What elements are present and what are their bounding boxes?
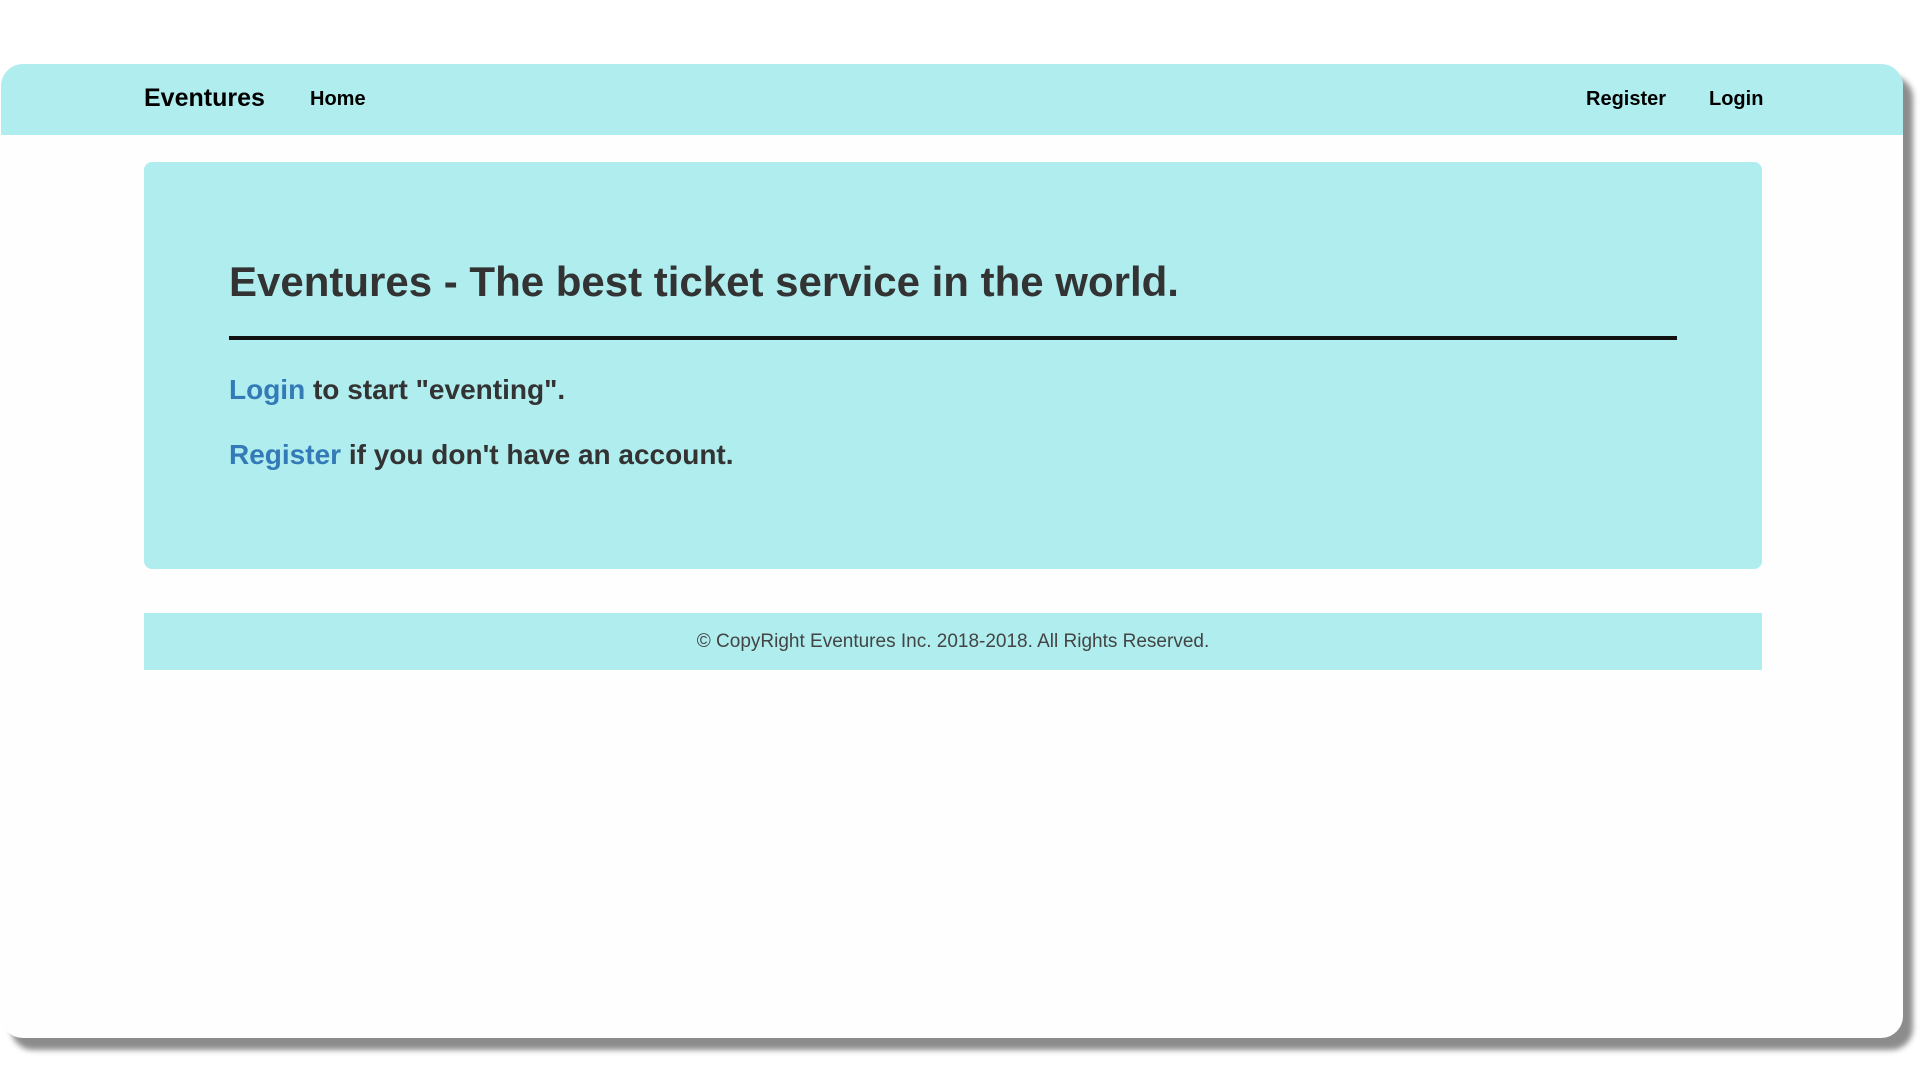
nav-login-link[interactable]: Login (1709, 88, 1763, 111)
login-prompt-text: to start "eventing". (305, 374, 566, 405)
copyright-text: © CopyRight Eventures Inc. 2018-2018. Al… (696, 631, 1210, 652)
nav-home-link[interactable]: Home (310, 88, 366, 111)
register-prompt-text: if you don't have an account. (341, 439, 734, 470)
title-divider (229, 336, 1677, 340)
browser-window: Eventures Home Register Login Eventures … (1, 64, 1903, 1038)
hero-panel: Eventures - The best ticket service in t… (144, 162, 1762, 569)
login-prompt: Login to start "eventing". (229, 374, 565, 406)
register-prompt: Register if you don't have an account. (229, 439, 734, 471)
hero-login-link[interactable]: Login (229, 374, 305, 405)
navbar: Eventures Home Register Login (1, 64, 1903, 135)
nav-register-link[interactable]: Register (1586, 88, 1666, 111)
footer: © CopyRight Eventures Inc. 2018-2018. Al… (144, 613, 1762, 670)
hero-register-link[interactable]: Register (229, 439, 341, 470)
page-title: Eventures - The best ticket service in t… (229, 258, 1179, 305)
brand-link[interactable]: Eventures (144, 84, 265, 113)
